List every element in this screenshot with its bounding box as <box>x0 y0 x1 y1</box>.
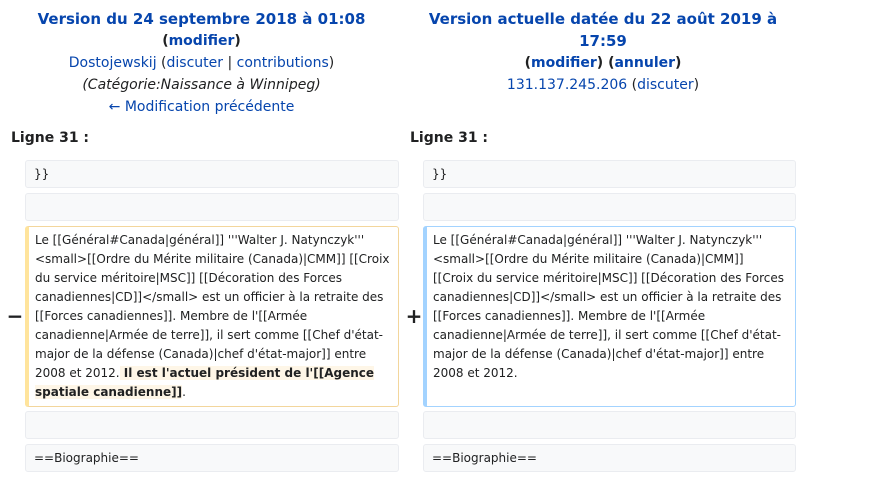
diff-context-left <box>25 411 399 439</box>
diff-context-left: }} <box>25 160 399 188</box>
new-revision-link[interactable]: Version actuelle datée du 22 août 2019 à… <box>429 10 777 50</box>
diff-context-right: }} <box>423 160 796 188</box>
paren: ( <box>156 55 167 71</box>
diff-context-right <box>423 411 796 439</box>
paren: ) <box>693 77 700 93</box>
old-user-contribs-link[interactable]: contributions <box>237 55 329 71</box>
old-user-link[interactable]: Dostojewskij <box>69 55 157 71</box>
old-edit-link[interactable]: modifier <box>169 33 235 49</box>
old-revision-link[interactable]: Version du 24 septembre 2018 à 01:08 <box>38 10 366 28</box>
old-line-number: Ligne 31 : <box>11 130 90 146</box>
diff-context-left: ==Biographie== <box>25 444 399 472</box>
paren: ) <box>675 55 682 71</box>
added-line-text: Le [[Général#Canada|général]] '''Walter … <box>433 233 784 380</box>
new-revision-header: Version actuelle datée du 22 août 2019 à… <box>403 8 803 96</box>
paren: ) ( <box>596 55 615 71</box>
deleted-line-text: Le [[Général#Canada|général]] '''Walter … <box>35 233 390 380</box>
undo-link[interactable]: annuler <box>614 55 675 71</box>
new-user-link[interactable]: 131.137.245.206 <box>507 77 627 93</box>
new-user-talk-link[interactable]: discuter <box>637 77 694 93</box>
old-revision-header: Version du 24 septembre 2018 à 01:08 (mo… <box>0 8 403 118</box>
new-edit-link[interactable]: modifier <box>531 55 597 71</box>
diff-context-right <box>423 193 796 221</box>
paren: ) <box>328 55 335 71</box>
paren: ( <box>627 77 638 93</box>
new-line-number: Ligne 31 : <box>410 130 489 146</box>
paren: ) <box>234 33 241 49</box>
separator: | <box>223 55 237 71</box>
old-user-talk-link[interactable]: discuter <box>167 55 224 71</box>
diff-context-left <box>25 193 399 221</box>
deleted-line-tail: . <box>182 385 186 399</box>
edit-summary: (Catégorie:Naissance à Winnipeg) <box>82 77 321 93</box>
minus-marker: − <box>6 304 24 328</box>
diff-context-right: ==Biographie== <box>423 444 796 472</box>
plus-marker: + <box>405 304 423 328</box>
deleted-line: Le [[Général#Canada|général]] '''Walter … <box>25 226 399 407</box>
added-line: Le [[Général#Canada|général]] '''Walter … <box>423 226 796 407</box>
previous-edit-link[interactable]: ← Modification précédente <box>109 99 295 115</box>
